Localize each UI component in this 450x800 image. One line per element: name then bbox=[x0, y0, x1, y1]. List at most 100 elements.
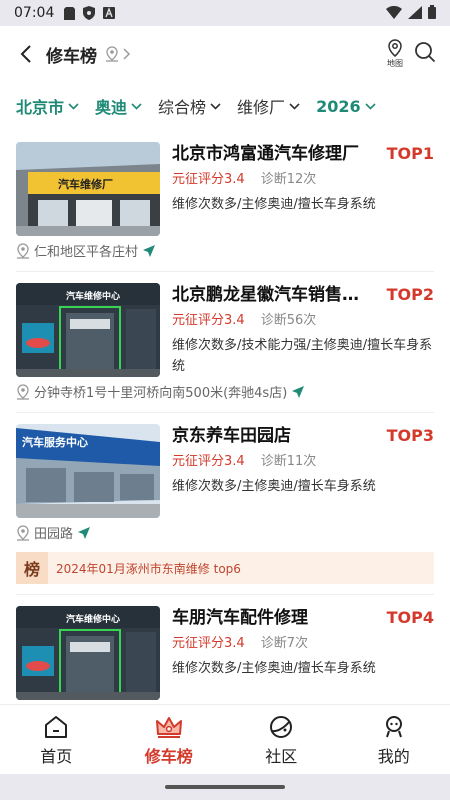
shop-visits: 诊断11次 bbox=[260, 454, 317, 469]
shop-photo: 汽车维修中心 bbox=[16, 606, 160, 700]
tab-community[interactable]: 社区 bbox=[225, 705, 338, 774]
svg-text:汽车服务中心: 汽车服务中心 bbox=[22, 435, 88, 449]
tab-profile[interactable]: 我的 bbox=[338, 705, 450, 774]
shop-score: 元征评分3.4 bbox=[172, 636, 245, 651]
shop-photo: 汽车维修中心 bbox=[16, 283, 160, 377]
banner-text: 2024年01月涿州市东南维修 top6 bbox=[56, 561, 241, 576]
home-icon bbox=[43, 713, 69, 741]
shop-card-2[interactable]: 汽车维修中心 北京鹏龙星徽汽车销售… TOP2 元征评分3.4 诊断56次 维修次… bbox=[16, 283, 434, 403]
header: 修车榜 地图 bbox=[0, 26, 450, 82]
tab-home[interactable]: 首页 bbox=[0, 705, 113, 774]
shop-rank: TOP3 bbox=[386, 426, 434, 445]
svg-text:汽车维修中心: 汽车维修中心 bbox=[66, 290, 120, 302]
search-icon[interactable] bbox=[414, 41, 436, 67]
shop-meta: 元征评分3.4 诊断11次 bbox=[172, 452, 316, 472]
map-button[interactable]: 地图 bbox=[386, 39, 404, 69]
tab-label: 修车榜 bbox=[144, 746, 193, 766]
tab-label: 我的 bbox=[377, 746, 410, 766]
address-text: 分钟寺桥1号十里河桥向南500米(奔驰4s店) bbox=[34, 386, 288, 401]
user-icon bbox=[381, 713, 407, 741]
shop-score: 元征评分3.4 bbox=[172, 172, 245, 187]
shop-meta: 元征评分3.4 诊断12次 bbox=[172, 170, 316, 190]
filter-year[interactable]: 2026 bbox=[316, 97, 376, 116]
shop-visits: 诊断7次 bbox=[260, 636, 308, 651]
chevron-down-icon bbox=[131, 102, 142, 110]
shop-card-4[interactable]: 汽车维修中心 车朋汽车配件修理 TOP4 元征评分3.4 诊断7次 维修次数多/主… bbox=[16, 606, 434, 702]
shop-address: 田园路 bbox=[16, 523, 94, 542]
chevron-down-icon bbox=[289, 102, 300, 110]
font-a-icon bbox=[102, 6, 116, 20]
divider bbox=[16, 271, 434, 272]
shop-photo: 汽车服务中心 bbox=[16, 424, 160, 518]
divider bbox=[16, 594, 434, 595]
tab-label: 首页 bbox=[40, 746, 73, 766]
shop-name: 北京鹏龙星徽汽车销售… bbox=[172, 285, 359, 305]
shop-score: 元征评分3.4 bbox=[172, 313, 245, 328]
shop-rank: TOP2 bbox=[386, 285, 434, 304]
shop-tags: 维修次数多/主修奥迪/擅长车身系统 bbox=[172, 197, 376, 212]
ranking-banner[interactable]: 榜 2024年01月涿州市东南维修 top6 bbox=[16, 552, 434, 584]
gesture-area bbox=[0, 774, 450, 800]
svg-text:汽车维修中心: 汽车维修中心 bbox=[66, 613, 120, 625]
chevron-down-icon bbox=[68, 102, 79, 110]
shop-card-3[interactable]: 汽车服务中心 京东养车田园店 TOP3 元征评分3.4 诊断11次 维修次数多/主… bbox=[16, 424, 434, 544]
tab-ranking[interactable]: 修车榜 bbox=[113, 705, 226, 774]
navigate-icon[interactable] bbox=[143, 244, 159, 257]
shop-address: 仁和地区平各庄村 bbox=[16, 241, 159, 260]
location-pin-icon bbox=[17, 524, 29, 541]
shop-address: 分钟寺桥1号十里河桥向南500米(奔驰4s店) bbox=[16, 382, 308, 401]
wifi-icon bbox=[386, 4, 402, 23]
divider bbox=[16, 412, 434, 413]
gesture-handle[interactable] bbox=[165, 785, 285, 789]
sd-card-icon bbox=[62, 6, 76, 20]
filter-label: 2026 bbox=[316, 96, 361, 116]
filter-label: 北京市 bbox=[16, 98, 65, 117]
shop-photo: 汽车维修厂 bbox=[16, 142, 160, 236]
address-text: 仁和地区平各庄村 bbox=[34, 245, 139, 260]
shop-name: 车朋汽车配件修理 bbox=[172, 608, 308, 628]
shop-meta: 元征评分3.4 诊断7次 bbox=[172, 634, 308, 654]
status-time: 07:04 bbox=[14, 5, 55, 21]
chevron-right-icon[interactable] bbox=[123, 48, 131, 60]
status-bar: 07:04 bbox=[0, 0, 450, 26]
filter-city[interactable]: 北京市 bbox=[16, 94, 79, 118]
back-button[interactable] bbox=[14, 42, 38, 66]
shop-visits: 诊断12次 bbox=[260, 172, 317, 187]
shop-score: 元征评分3.4 bbox=[172, 454, 245, 469]
shop-tags: 维修次数多/主修奥迪/擅长车身系统 bbox=[172, 661, 376, 676]
filter-label: 综合榜 bbox=[158, 98, 207, 117]
shop-tags: 维修次数多/主修奥迪/擅长车身系统 bbox=[172, 479, 376, 494]
planet-icon bbox=[268, 713, 294, 741]
crown-icon bbox=[155, 713, 183, 741]
map-pin-icon bbox=[388, 39, 402, 57]
filter-ranking-type[interactable]: 综合榜 bbox=[158, 94, 221, 118]
shop-tags: 维修次数多/技术能力强/主修奥迪/擅长车身系统 bbox=[172, 338, 433, 374]
location-pin-icon[interactable] bbox=[105, 46, 119, 62]
shop-rank: TOP1 bbox=[386, 144, 434, 163]
shield-icon bbox=[82, 6, 96, 20]
location-pin-icon bbox=[17, 242, 29, 259]
filter-shop-type[interactable]: 维修厂 bbox=[237, 94, 300, 118]
shop-meta: 元征评分3.4 诊断56次 bbox=[172, 311, 316, 331]
address-text: 田园路 bbox=[34, 527, 74, 542]
battery-icon bbox=[428, 4, 436, 23]
svg-text:汽车维修厂: 汽车维修厂 bbox=[58, 177, 113, 191]
navigate-icon[interactable] bbox=[78, 526, 94, 539]
shop-name: 北京市鸿富通汽车修理厂 bbox=[172, 144, 359, 164]
filter-label: 奥迪 bbox=[95, 98, 128, 117]
chevron-down-icon bbox=[365, 102, 376, 110]
navigate-icon[interactable] bbox=[292, 385, 308, 398]
banner-badge: 榜 bbox=[16, 552, 48, 584]
signal-icon bbox=[408, 4, 422, 23]
chevron-left-icon bbox=[20, 45, 31, 63]
map-label: 地图 bbox=[387, 59, 403, 68]
chevron-down-icon bbox=[210, 102, 221, 110]
shop-card-1[interactable]: 汽车维修厂 北京市鸿富通汽车修理厂 TOP1 元征评分3.4 诊断12次 维修次数… bbox=[16, 142, 434, 262]
filter-brand[interactable]: 奥迪 bbox=[95, 94, 142, 118]
filter-bar: 北京市 奥迪 综合榜 维修厂 2026 bbox=[0, 84, 450, 128]
shop-visits: 诊断56次 bbox=[260, 313, 317, 328]
filter-label: 维修厂 bbox=[237, 98, 286, 117]
location-pin-icon bbox=[17, 383, 29, 400]
page-title: 修车榜 bbox=[46, 46, 97, 67]
shop-name: 京东养车田园店 bbox=[172, 426, 291, 446]
